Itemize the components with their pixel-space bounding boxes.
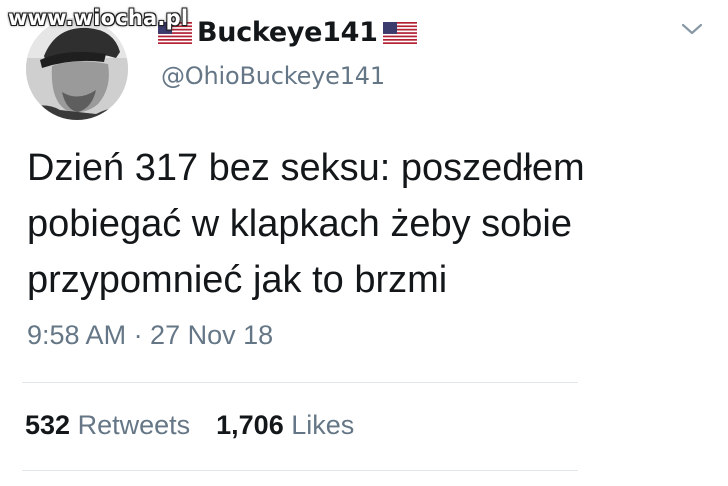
user-handle[interactable]: @OhioBuckeye141 [161, 62, 385, 90]
tweet-text-line: pobiegać w klapkach żeby sobie [27, 203, 573, 245]
tweet-text: Dzień 317 bez seksu: poszedłem pobiegać … [27, 140, 707, 308]
retweets-stat[interactable]: 532 Retweets [25, 410, 190, 441]
display-name-row[interactable]: Buckeye141 [158, 16, 417, 50]
likes-label: Likes [291, 410, 355, 440]
retweets-label: Retweets [77, 410, 191, 440]
watermark: www.wiocha.pl [8, 6, 189, 30]
likes-count: 1,706 [216, 410, 284, 440]
divider [22, 382, 578, 383]
tweet-text-line: przypomnieć jak to brzmi [27, 259, 448, 301]
display-name[interactable]: Buckeye141 [197, 16, 378, 50]
divider [22, 470, 578, 471]
retweets-count: 532 [25, 410, 71, 440]
tweet-timestamp[interactable]: 9:58 AM · 27 Nov 18 [27, 320, 273, 351]
avatar[interactable] [26, 18, 128, 120]
us-flag-icon [382, 22, 417, 44]
likes-stat[interactable]: 1,706 Likes [216, 410, 354, 441]
user-avatar-icon [26, 18, 128, 120]
tweet-text-line: Dzień 317 bez seksu: poszedłem [27, 147, 585, 189]
chevron-down-icon[interactable] [680, 20, 704, 38]
tweet-stats: 532 Retweets 1,706 Likes [25, 410, 354, 441]
